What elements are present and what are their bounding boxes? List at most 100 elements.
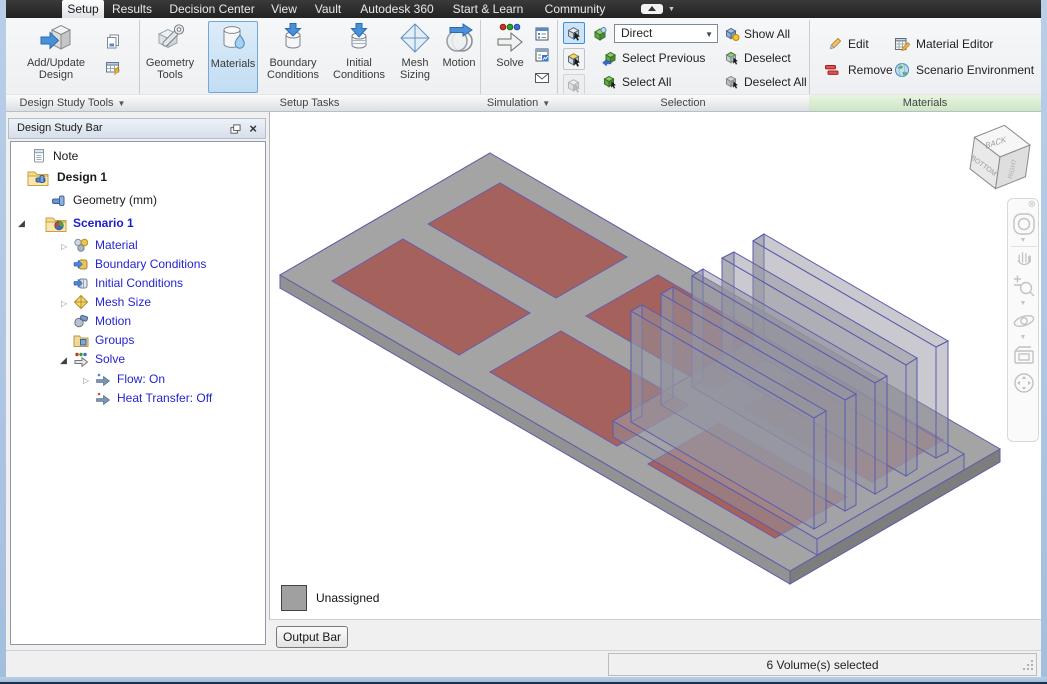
mesh-sizing-label: Mesh Sizing [400,57,430,82]
scenario-environment-button[interactable]: Scenario Environment [916,63,1034,77]
status-bar: 6 Volume(s) selected [0,650,1047,677]
full-navigation-icon[interactable] [1011,370,1037,396]
selection-mode-dropdown[interactable]: Direct ▼ [614,24,718,43]
flyout-arrow-icon: ▼ [542,99,551,108]
material-editor-button[interactable]: Material Editor [916,37,993,51]
motion-button[interactable]: Motion [438,21,480,93]
select-edge-mode-button[interactable] [563,74,585,96]
pan-hand-icon[interactable] [1011,246,1037,270]
solution-monitor-icon[interactable] [534,47,550,63]
navigation-bar: ⊗ ▼ ▼ ▼ [1007,198,1039,442]
geometry-tools-icon [157,24,185,49]
email-notification-icon[interactable] [534,70,550,86]
zoom-icon[interactable] [1011,272,1037,300]
look-at-icon[interactable] [1011,342,1037,368]
group-label-design-study-tools[interactable]: Design Study Tools ▼ [6,94,139,111]
tree-item-heat-transfer[interactable]: Heat Transfer: Off [11,389,261,408]
navbar-caret-icon[interactable]: ▼ [1008,237,1038,244]
navbar-close-icon[interactable]: ⊗ [1028,199,1036,210]
initial-conditions-button[interactable]: Initial Conditions [328,21,390,93]
view-cube[interactable]: BACK BOTTOM RIGHT [965,120,1035,195]
tree-item-solve[interactable]: ◢ Solve [11,350,261,369]
select-previous-icon [602,51,616,66]
tree-item-design-1[interactable]: Design 1 [11,166,261,188]
select-previous-button[interactable]: Select Previous [622,51,705,65]
deselect-button[interactable]: Deselect [744,51,791,65]
design-study-table-icon[interactable] [105,60,121,76]
note-icon [34,149,44,163]
materials-button[interactable]: Materials [208,21,258,93]
screencast-dropdown-icon[interactable]: ▼ [668,6,675,13]
solve-button[interactable]: Solve [488,21,532,93]
tree-expand-icon[interactable]: ◢ [60,351,67,370]
tree-item-note[interactable]: Note [11,147,261,166]
tree-item-label: Solve [95,352,126,366]
tree-item-scenario-1[interactable]: ◢ Scenario 1 [11,212,261,234]
tree-item-label: Motion [95,314,132,328]
group-label-setup-tasks: Setup Tasks [139,94,480,111]
select-surface-mode-button[interactable] [563,48,585,70]
select-volume-mode-button[interactable] [563,22,585,44]
initial-conditions-tree-icon [73,278,88,289]
show-all-icon [725,27,740,41]
tab-vault[interactable]: Vault [306,0,350,18]
tree-collapse-icon[interactable]: ▷ [83,371,89,390]
tree-collapse-icon[interactable]: ▷ [61,237,67,256]
groups-icon [73,335,89,347]
show-all-button[interactable]: Show All [744,27,790,41]
screencast-icon[interactable] [641,4,663,14]
model-canvas[interactable] [270,112,1042,620]
design-study-bar-header[interactable]: Design Study Bar × [8,118,266,139]
graphics-viewport[interactable]: BACK BOTTOM RIGHT ⊗ ▼ ▼ ▼ Unassigned [269,112,1041,620]
group-label-simulation[interactable]: Simulation ▼ [480,94,557,111]
tree-item-groups[interactable]: Groups [11,331,261,350]
navbar-caret-icon[interactable]: ▼ [1008,334,1038,341]
legend-label: Unassigned [316,591,380,605]
geometry-tools-button[interactable]: Geometry Tools [142,21,198,93]
tree-item-geometry[interactable]: Geometry (mm) [11,191,261,210]
remove-icon [825,65,839,75]
scenario-environment-icon [895,63,909,77]
tree-item-initial-conditions[interactable]: Initial Conditions [11,274,261,293]
tree-item-label: Scenario 1 [73,216,134,230]
deselect-all-button[interactable]: Deselect All [744,75,807,89]
mesh-sizing-button[interactable]: Mesh Sizing [392,21,438,93]
legend-swatch-unassigned [281,585,307,611]
material-editor-icon [895,38,910,52]
remove-material-button[interactable]: Remove [848,63,893,77]
steering-wheel-icon[interactable] [1011,211,1037,237]
resize-grip-icon[interactable] [1022,659,1035,672]
select-all-button[interactable]: Select All [622,75,671,89]
tab-community[interactable]: Community [536,0,614,18]
tree-item-label: Note [53,149,79,163]
edit-material-button[interactable]: Edit [848,37,869,51]
selection-mode-icon [594,27,607,41]
orbit-icon[interactable] [1011,308,1037,334]
tab-results[interactable]: Results [108,0,156,18]
window-border-bottom[interactable] [0,677,1047,684]
tree-expand-icon[interactable]: ◢ [18,212,25,234]
output-bar-button[interactable]: Output Bar [276,626,348,648]
motion-tree-icon [74,314,89,328]
tree-item-boundary-conditions[interactable]: Boundary Conditions [11,255,261,274]
clone-design-icon[interactable] [105,33,121,49]
tree-item-material[interactable]: ▷ Material [11,236,261,255]
navbar-caret-icon[interactable]: ▼ [1008,300,1038,307]
edit-icon [829,37,842,50]
tab-decision-center[interactable]: Decision Center [164,0,260,18]
solution-manager-icon[interactable] [534,26,550,42]
flyout-arrow-icon: ▼ [117,99,126,108]
tab-view[interactable]: View [264,0,304,18]
tree-item-mesh-size[interactable]: ▷ Mesh Size [11,293,261,312]
tab-start-learn[interactable]: Start & Learn [444,0,532,18]
heat-transfer-arrow-icon [96,392,110,406]
tree-item-motion[interactable]: Motion [11,312,261,331]
tab-autodesk-360[interactable]: Autodesk 360 [356,0,438,18]
add-update-design-button[interactable]: Add/Update Design [14,21,98,93]
boundary-conditions-button[interactable]: Boundary Conditions [260,21,326,93]
float-panel-icon[interactable] [230,124,241,135]
tree-collapse-icon[interactable]: ▷ [61,294,67,313]
tab-setup[interactable]: Setup [62,0,104,18]
tree-item-flow[interactable]: ▷ Flow: On [11,370,261,389]
close-panel-icon[interactable]: × [249,119,257,138]
